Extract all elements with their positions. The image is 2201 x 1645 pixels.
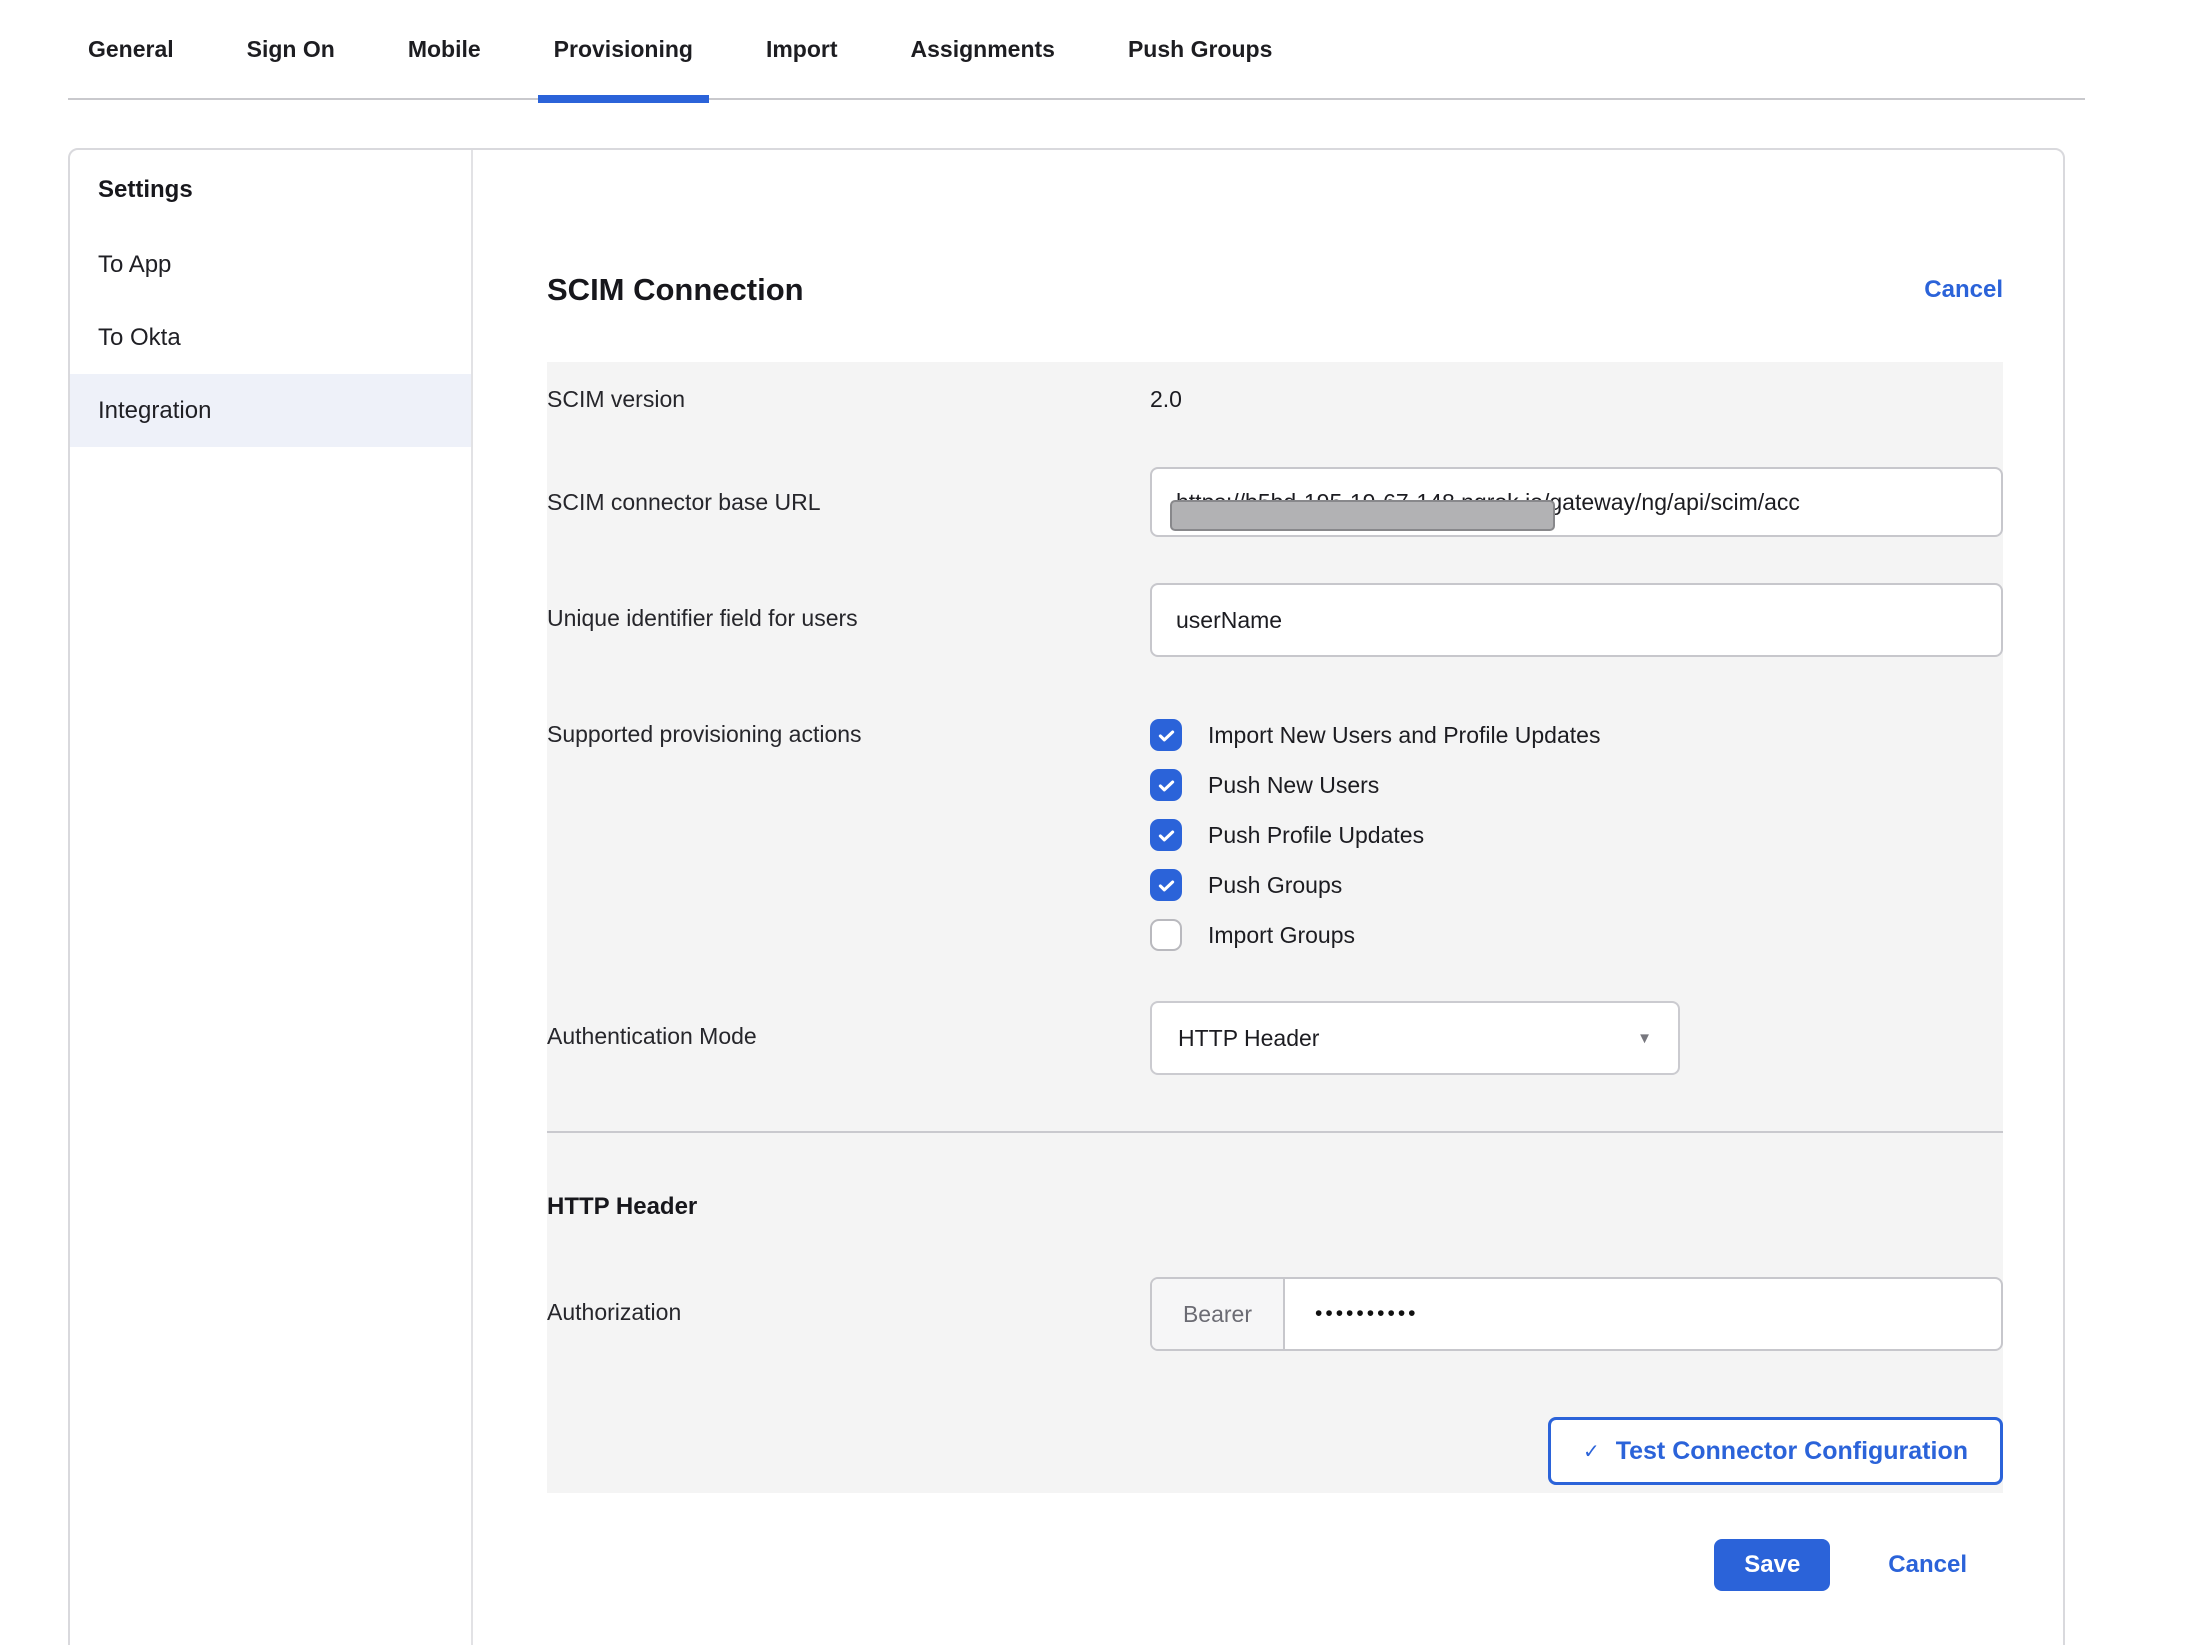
cancel-link-bottom[interactable]: Cancel xyxy=(1888,1551,1967,1579)
http-header-section-title: HTTP Header xyxy=(547,1193,2003,1221)
checkbox-label: Push Profile Updates xyxy=(1208,822,1424,849)
checkbox-checked-icon[interactable] xyxy=(1150,769,1182,801)
checkbox-row-push-groups[interactable]: Push Groups xyxy=(1150,869,2003,901)
row-authentication-mode: Authentication Mode HTTP Header ▼ xyxy=(547,1001,2003,1075)
settings-sidebar: Settings To App To Okta Integration xyxy=(70,150,473,1645)
authorization-token-input[interactable]: •••••••••• xyxy=(1285,1279,1419,1349)
checkbox-checked-icon[interactable] xyxy=(1150,819,1182,851)
base-url-input[interactable]: https://b5bd-195-19-67-148.ngrok.io /gat… xyxy=(1150,467,2003,537)
authorization-label: Authorization xyxy=(547,1277,1150,1326)
base-url-label: SCIM connector base URL xyxy=(547,467,1150,516)
scim-form: SCIM version 2.0 SCIM connector base URL… xyxy=(547,362,2003,1493)
redacted-url-segment: https://b5bd-195-19-67-148.ngrok.io xyxy=(1176,489,1543,516)
checkbox-label: Push Groups xyxy=(1208,872,1342,899)
footer-actions: Save Cancel xyxy=(547,1539,2003,1591)
checkbox-unchecked-icon[interactable] xyxy=(1150,919,1182,951)
row-base-url: SCIM connector base URL https://b5bd-195… xyxy=(547,467,2003,537)
sidebar-item-to-okta[interactable]: To Okta xyxy=(70,301,471,374)
redaction-bar xyxy=(1170,500,1555,531)
scim-version-value: 2.0 xyxy=(1150,386,2003,413)
authorization-input-group: Bearer •••••••••• xyxy=(1150,1277,2003,1351)
scim-header: SCIM Connection Cancel xyxy=(547,272,2003,308)
checkbox-row-push-new-users[interactable]: Push New Users xyxy=(1150,769,2003,801)
scim-version-label: SCIM version xyxy=(547,386,1150,413)
provisioning-card: Settings To App To Okta Integration SCIM… xyxy=(68,148,2065,1645)
provisioning-actions-list: Import New Users and Profile Updates Pus… xyxy=(1150,719,2003,951)
checkbox-row-import-groups[interactable]: Import Groups xyxy=(1150,919,2003,951)
sidebar-item-integration[interactable]: Integration xyxy=(70,374,471,447)
url-visible-suffix: /gateway/ng/api/scim/acc xyxy=(1543,489,1800,516)
chevron-down-icon: ▼ xyxy=(1637,1030,1652,1047)
tab-mobile[interactable]: Mobile xyxy=(408,0,481,99)
sidebar-item-to-app[interactable]: To App xyxy=(70,228,471,301)
app-tabbar: General Sign On Mobile Provisioning Impo… xyxy=(68,0,2085,100)
checkbox-row-import-users[interactable]: Import New Users and Profile Updates xyxy=(1150,719,2003,751)
tab-general[interactable]: General xyxy=(88,0,174,99)
checkbox-checked-icon[interactable] xyxy=(1150,869,1182,901)
tab-provisioning[interactable]: Provisioning xyxy=(554,0,693,99)
sidebar-title: Settings xyxy=(70,150,471,204)
checkbox-label: Import Groups xyxy=(1208,922,1355,949)
row-provisioning-actions: Supported provisioning actions Import Ne… xyxy=(547,719,2003,951)
bearer-prefix: Bearer xyxy=(1152,1279,1285,1349)
tab-import[interactable]: Import xyxy=(766,0,838,99)
cancel-link-top[interactable]: Cancel xyxy=(1924,276,2003,304)
tab-assignments[interactable]: Assignments xyxy=(911,0,1055,99)
checkbox-label: Push New Users xyxy=(1208,772,1379,799)
authentication-mode-select[interactable]: HTTP Header ▼ xyxy=(1150,1001,1680,1075)
authentication-mode-label: Authentication Mode xyxy=(547,1001,1150,1050)
checkbox-row-push-profile-updates[interactable]: Push Profile Updates xyxy=(1150,819,2003,851)
checkbox-checked-icon[interactable] xyxy=(1150,719,1182,751)
row-authorization: Authorization Bearer •••••••••• xyxy=(547,1277,2003,1351)
authentication-mode-value: HTTP Header xyxy=(1178,1025,1319,1052)
unique-identifier-value: userName xyxy=(1176,607,1282,634)
section-divider xyxy=(547,1131,2003,1133)
row-unique-identifier: Unique identifier field for users userNa… xyxy=(547,583,2003,657)
scim-connection-panel: SCIM Connection Cancel SCIM version 2.0 … xyxy=(473,150,2063,1645)
test-connector-label: Test Connector Configuration xyxy=(1616,1437,1968,1466)
checkbox-label: Import New Users and Profile Updates xyxy=(1208,722,1600,749)
unique-identifier-input[interactable]: userName xyxy=(1150,583,2003,657)
provisioning-actions-label: Supported provisioning actions xyxy=(547,719,1150,748)
tab-push-groups[interactable]: Push Groups xyxy=(1128,0,1272,99)
save-button[interactable]: Save xyxy=(1714,1539,1830,1591)
test-connector-row: ✓ Test Connector Configuration xyxy=(547,1417,2003,1485)
sidebar-items: To App To Okta Integration xyxy=(70,228,471,447)
page-title: SCIM Connection xyxy=(547,272,804,308)
row-scim-version: SCIM version 2.0 xyxy=(547,362,2003,413)
test-connector-button[interactable]: ✓ Test Connector Configuration xyxy=(1548,1417,2003,1485)
unique-identifier-label: Unique identifier field for users xyxy=(547,583,1150,632)
tab-sign-on[interactable]: Sign On xyxy=(247,0,335,99)
check-icon: ✓ xyxy=(1583,1439,1600,1464)
